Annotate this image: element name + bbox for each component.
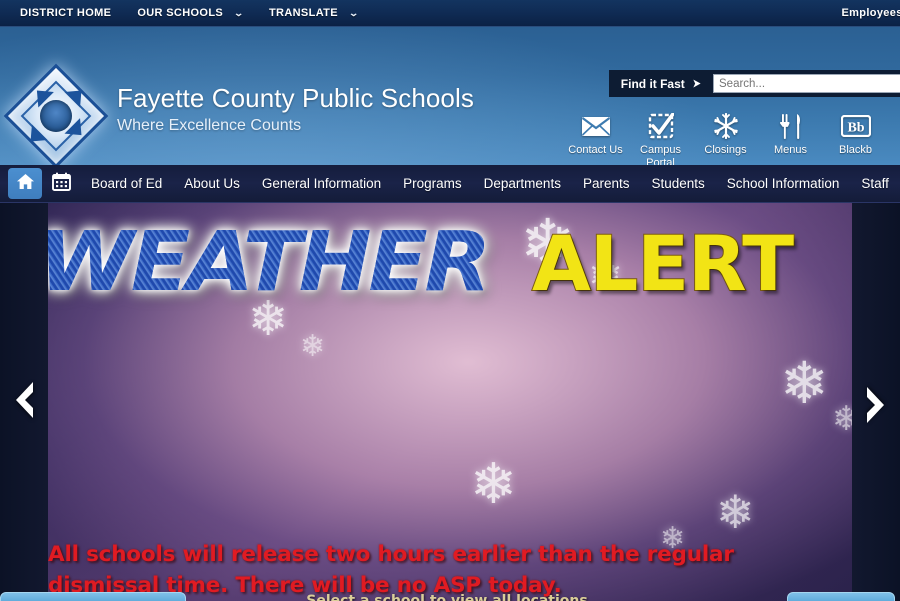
nav-item-label: Parents	[582, 176, 630, 191]
chevron-down-icon: ⌄	[348, 7, 360, 18]
quick-link-label: Campus Portal	[640, 144, 681, 165]
site-tagline: Where Excellence Counts	[117, 117, 302, 134]
quick-link-menus[interactable]: Menus	[758, 112, 823, 157]
blackboard-bb-icon: Bb	[823, 112, 888, 140]
nav-home-button[interactable]	[8, 168, 42, 199]
nav-item-general-information[interactable]: General Information	[251, 165, 392, 202]
nav-item-label: General Information	[261, 176, 382, 191]
utility-bar: DISTRICT HOME OUR SCHOOLS ⌄ TRANSLATE ⌄ …	[0, 0, 900, 27]
nav-item-staff[interactable]: Staff	[850, 165, 900, 202]
site-identity: Fayette County Public Schools Where Exce…	[117, 83, 474, 137]
utility-link-label: Employees O	[841, 7, 900, 19]
nav-item-departments[interactable]: Departments	[473, 165, 572, 202]
nav-item-label: Board of Ed	[91, 176, 163, 191]
nav-item-programs[interactable]: Programs	[392, 165, 473, 202]
main-navigation: Board of Ed About Us General Information…	[0, 165, 900, 203]
fcps-diamond-seal-logo[interactable]	[3, 61, 109, 165]
nav-item-parents[interactable]: Parents	[572, 165, 641, 202]
chevron-right-icon: ➤	[692, 78, 701, 90]
snowflake-icon	[693, 112, 758, 140]
snowflake-decoration: ❄	[780, 351, 829, 416]
quick-link-label: Contact Us	[568, 144, 623, 156]
fork-knife-icon	[758, 112, 823, 140]
nav-item-label: Students	[651, 176, 705, 191]
home-icon	[16, 173, 35, 195]
search-input[interactable]	[713, 74, 900, 93]
checkbox-check-icon	[628, 112, 693, 140]
seal-center-emblem	[40, 100, 72, 132]
snowflake-decoration: ❄	[716, 486, 755, 538]
quick-link-closings[interactable]: Closings	[693, 112, 758, 157]
quick-link-campus-portal[interactable]: Campus Portal	[628, 112, 693, 165]
weather-alert-heading: WEATHER ALERT	[22, 207, 832, 325]
nav-item-label: About Us	[184, 176, 240, 191]
utility-right-group: Employees O	[828, 0, 900, 26]
envelope-icon	[563, 112, 628, 140]
utility-link-label: TRANSLATE	[268, 7, 338, 19]
seal-corner-top	[64, 82, 90, 108]
utility-link-label: OUR SCHOOLS	[137, 7, 224, 19]
chevron-down-icon: ⌄	[233, 7, 245, 18]
next-slide-arrow[interactable]	[852, 203, 900, 601]
quick-link-blackboard[interactable]: Bb Blackb	[823, 112, 888, 157]
nav-item-board-of-ed[interactable]: Board of Ed	[80, 165, 173, 202]
utility-link-employees-only[interactable]: Employees O	[828, 0, 900, 26]
svg-text:Bb: Bb	[847, 121, 864, 136]
nav-item-label: Staff	[861, 176, 889, 191]
snowflake-decoration: ❄	[300, 330, 326, 363]
nav-item-school-information[interactable]: School Information	[716, 165, 851, 202]
utility-link-district-home[interactable]: DISTRICT HOME	[7, 0, 124, 26]
weather-alert-banner: ❄ ❄ ❄ ❄ ❄ ❄ ❄ ❄ ❄ WEATHER ALERT All scho…	[0, 203, 900, 601]
chevron-right-icon	[863, 380, 889, 425]
nav-item-students[interactable]: Students	[640, 165, 715, 202]
heading-word-alert: ALERT	[531, 218, 795, 309]
quick-link-contact-us[interactable]: Contact Us	[563, 112, 628, 157]
chevron-left-icon	[11, 380, 37, 425]
quick-link-label: Blackb	[838, 144, 873, 156]
find-it-fast-button[interactable]: Find it Fast ➤	[608, 70, 710, 97]
nav-calendar-button[interactable]	[42, 165, 80, 202]
previous-slide-arrow[interactable]	[0, 203, 48, 601]
nav-item-about-us[interactable]: About Us	[173, 165, 251, 202]
site-header: Fayette County Public Schools Where Exce…	[0, 27, 900, 165]
utility-link-translate[interactable]: TRANSLATE ⌄	[256, 0, 371, 26]
seal-corner-bottom	[22, 124, 48, 150]
nav-item-label: Programs	[403, 176, 462, 191]
utility-link-our-schools[interactable]: OUR SCHOOLS ⌄	[124, 0, 256, 26]
find-it-fast-label: Find it Fast	[620, 76, 685, 91]
quick-link-label: Closings	[704, 144, 747, 156]
search-bar: Find it Fast ➤	[608, 70, 900, 97]
heading-word-weather: WEATHER	[38, 215, 489, 310]
seal-diamond-shape	[3, 63, 109, 165]
nav-item-label: Departments	[483, 176, 561, 191]
calendar-icon	[51, 172, 71, 196]
utility-link-label: DISTRICT HOME	[20, 7, 112, 19]
snowflake-decoration: ❄	[470, 452, 517, 515]
search-input-container	[710, 70, 900, 97]
page-title: Fayette County Public Schools	[117, 83, 474, 113]
alert-paragraph-dismissal: All schools will release two hours earli…	[48, 542, 734, 598]
quick-link-label: Menus	[773, 144, 808, 156]
nav-item-label: School Information	[726, 176, 840, 191]
quick-links-group: Contact Us Campus Portal Closings Menus …	[563, 112, 888, 165]
